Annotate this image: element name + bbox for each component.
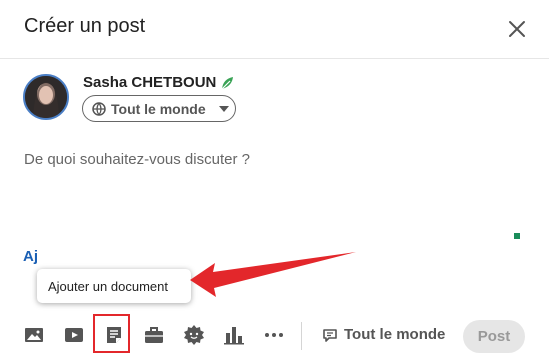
more-icon xyxy=(265,333,283,337)
modal-header: Créer un post xyxy=(0,0,549,59)
image-icon xyxy=(25,328,43,342)
toolbar-divider xyxy=(301,322,302,350)
add-video-button[interactable] xyxy=(62,322,86,348)
author-name: Sasha CHETBOUN xyxy=(83,74,217,91)
create-post-modal: Créer un post Sasha CHETBOUN Tout le mon… xyxy=(0,0,549,362)
close-icon xyxy=(509,21,525,37)
comment-icon xyxy=(323,328,337,342)
audience-label: Tout le monde xyxy=(111,100,206,117)
add-job-button[interactable] xyxy=(142,322,166,348)
post-button[interactable]: Post xyxy=(463,320,525,353)
visibility-label: Tout le monde xyxy=(344,326,446,343)
leaf-badge-icon xyxy=(221,77,233,90)
add-image-button[interactable] xyxy=(22,322,46,348)
audience-selector-button[interactable]: Tout le monde xyxy=(82,95,236,122)
create-poll-button[interactable] xyxy=(222,322,246,348)
modal-title: Créer un post xyxy=(24,15,146,37)
partial-link[interactable]: Aj xyxy=(23,248,38,265)
briefcase-icon xyxy=(145,327,163,343)
caret-down-icon xyxy=(218,105,229,112)
celebrate-button[interactable] xyxy=(182,322,206,348)
more-options-button[interactable] xyxy=(262,322,286,348)
avatar[interactable] xyxy=(23,74,69,120)
globe-icon xyxy=(92,101,106,116)
post-text-input[interactable]: De quoi souhaitez-vous discuter ? xyxy=(24,151,250,168)
chart-icon xyxy=(224,327,244,345)
close-button[interactable] xyxy=(502,14,532,44)
profile-photo-icon xyxy=(25,76,67,118)
status-dot xyxy=(514,233,520,239)
add-document-tooltip: Ajouter un document xyxy=(37,269,191,303)
document-highlight-box xyxy=(93,314,130,353)
badge-icon xyxy=(184,325,204,345)
visibility-button[interactable]: Tout le monde xyxy=(322,326,445,343)
video-icon xyxy=(65,328,83,342)
